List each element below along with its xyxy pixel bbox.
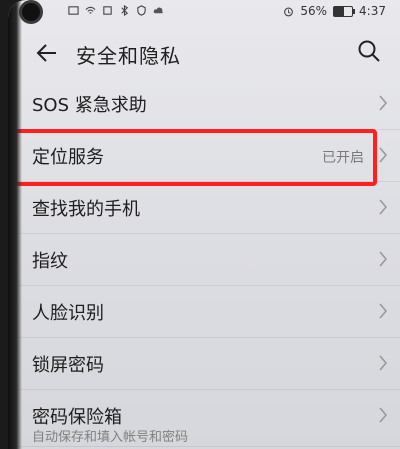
search-icon[interactable] <box>356 38 382 64</box>
battery-percent: 56% <box>300 4 328 18</box>
battery-level <box>334 6 345 16</box>
clock: 4:37 <box>359 4 386 18</box>
setting-label: SOS 紧急求助 <box>32 95 147 116</box>
notification-icons <box>68 5 164 16</box>
setting-label: 指纹 <box>32 251 68 272</box>
setting-sos-emergency[interactable]: SOS 紧急求助 <box>8 78 400 130</box>
chevron-right-icon <box>379 199 388 215</box>
chevron-right-icon <box>379 95 388 111</box>
image-notification-icon <box>68 6 79 15</box>
chevron-right-icon <box>379 251 388 267</box>
setting-fingerprint[interactable]: 指纹 <box>8 234 400 286</box>
setting-face-recognition[interactable]: 人脸识别 <box>8 286 400 338</box>
setting-label: 人脸识别 <box>32 303 104 324</box>
page-header: 安全和隐私 <box>8 30 400 78</box>
setting-label: 锁屏密码 <box>32 355 104 376</box>
wifi-icon <box>85 6 96 14</box>
setting-subtitle: 自动保存和填入帐号和密码 <box>32 430 189 445</box>
square-notification-icon <box>103 6 112 15</box>
setting-password-vault[interactable]: 密码保险箱 自动保存和填入帐号和密码 <box>8 390 400 447</box>
cloud-icon <box>153 7 163 14</box>
system-status: 56% 4:37 <box>283 4 386 18</box>
chevron-right-icon <box>379 355 388 371</box>
chevron-right-icon <box>379 407 388 423</box>
bluetooth-icon <box>121 5 129 16</box>
phone-screen: 56% 4:37 安全和隐私 SOS 紧急求助 定位服务 已开启 查找我的手机 <box>8 0 400 449</box>
phone-bezel <box>8 0 22 449</box>
shield-notification-icon <box>137 5 146 16</box>
settings-list: SOS 紧急求助 定位服务 已开启 查找我的手机 指纹 人脸识别 锁屏密码 密码… <box>8 78 400 447</box>
chevron-right-icon <box>379 147 388 163</box>
arrow-left-icon[interactable] <box>34 40 60 66</box>
chevron-right-icon <box>379 303 388 319</box>
page-title: 安全和隐私 <box>76 44 181 68</box>
battery-icon <box>333 5 356 17</box>
status-bar: 56% 4:37 <box>8 0 400 26</box>
highlight-box <box>13 129 377 186</box>
setting-lock-screen-password[interactable]: 锁屏密码 <box>8 338 400 390</box>
alarm-icon <box>284 7 294 16</box>
setting-find-my-phone[interactable]: 查找我的手机 <box>8 182 400 234</box>
front-camera <box>22 3 40 21</box>
setting-label: 查找我的手机 <box>32 199 140 220</box>
